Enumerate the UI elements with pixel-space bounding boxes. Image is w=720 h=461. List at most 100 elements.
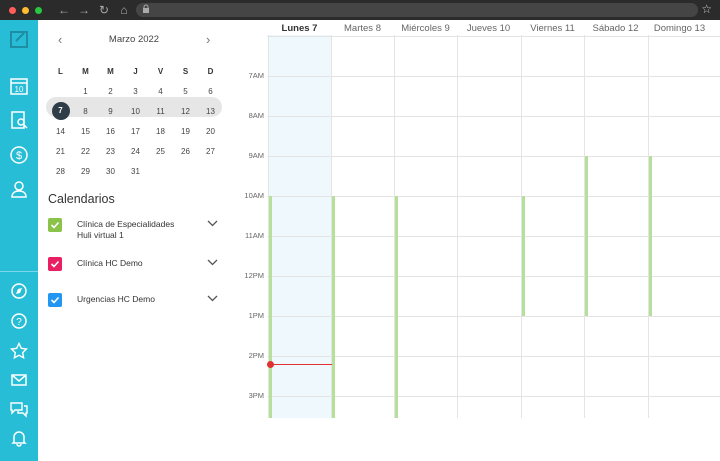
address-bar[interactable] bbox=[136, 3, 698, 17]
billing-icon[interactable]: $ bbox=[8, 144, 30, 166]
help-icon[interactable]: ? bbox=[8, 310, 30, 332]
time-label: 10AM bbox=[244, 191, 264, 200]
hour-gridline bbox=[267, 156, 720, 157]
favorites-star-icon[interactable] bbox=[8, 340, 30, 362]
availability-bar[interactable] bbox=[649, 156, 652, 316]
calendar-day[interactable]: 19 bbox=[173, 127, 198, 136]
chevron-down-icon[interactable] bbox=[207, 220, 218, 227]
hour-gridline bbox=[267, 36, 720, 37]
calendar-day[interactable]: 30 bbox=[98, 167, 123, 176]
next-month-icon[interactable]: › bbox=[206, 32, 210, 47]
calendar-day[interactable]: 24 bbox=[123, 147, 148, 156]
svg-text:$: $ bbox=[16, 150, 22, 162]
svg-text:10: 10 bbox=[15, 85, 24, 94]
calendar-name: Clínica HC Demo bbox=[77, 258, 143, 268]
calendar-week-row: 28 29 30 31 bbox=[48, 161, 224, 181]
notifications-bell-icon[interactable] bbox=[8, 427, 30, 449]
patients-icon[interactable] bbox=[8, 178, 30, 200]
calendar-day[interactable]: 28 bbox=[48, 167, 73, 176]
close-window-icon[interactable] bbox=[9, 6, 16, 14]
chevron-down-icon[interactable] bbox=[207, 259, 218, 266]
month-title: Marzo 2022 bbox=[108, 34, 160, 45]
time-label: 3PM bbox=[248, 391, 264, 400]
weekday-header: S bbox=[182, 66, 189, 76]
calendar-day[interactable]: 31 bbox=[123, 167, 148, 176]
current-time-line bbox=[270, 364, 332, 365]
calendar-list-item[interactable]: Clínica HC Demo bbox=[48, 257, 220, 281]
today-column-highlight bbox=[268, 35, 331, 418]
calendar-checkbox[interactable] bbox=[48, 293, 62, 307]
calendar-week-row: 21 22 23 24 25 26 27 bbox=[48, 141, 224, 161]
hour-gridline bbox=[267, 116, 720, 117]
calendar-day[interactable]: 8 bbox=[73, 107, 98, 116]
calendar-day[interactable]: 5 bbox=[173, 87, 198, 96]
calendar-day[interactable]: 22 bbox=[73, 147, 98, 156]
calendar-day[interactable]: 11 bbox=[148, 107, 173, 116]
calendar-list-item[interactable]: Urgencias HC Demo bbox=[48, 293, 220, 317]
time-label: 7AM bbox=[248, 71, 264, 80]
calendar-day[interactable]: 12 bbox=[173, 107, 198, 116]
current-time-dot bbox=[267, 361, 274, 368]
day-column-divider bbox=[457, 35, 458, 418]
bookmark-star-icon[interactable]: ☆ bbox=[701, 2, 712, 16]
calendar-day[interactable]: 3 bbox=[123, 87, 148, 96]
calendar-day[interactable]: 13 bbox=[198, 107, 223, 116]
calendar-week-row: 123456 bbox=[48, 81, 224, 101]
rail-divider bbox=[0, 271, 38, 272]
calendar-day[interactable]: 9 bbox=[98, 107, 123, 116]
weekday-header: J bbox=[133, 66, 138, 76]
calendar-day[interactable]: 10 bbox=[123, 107, 148, 116]
checkmark-icon bbox=[50, 296, 60, 304]
calendar-day[interactable]: 6 bbox=[198, 87, 223, 96]
calendar-day[interactable]: 2 bbox=[98, 87, 123, 96]
calendar-day[interactable]: 15 bbox=[73, 127, 98, 136]
chevron-down-icon[interactable] bbox=[207, 295, 218, 302]
calendar-day[interactable]: 21 bbox=[48, 147, 73, 156]
calendar-day[interactable]: 16 bbox=[98, 127, 123, 136]
maximize-window-icon[interactable] bbox=[35, 6, 42, 14]
calendar-day[interactable]: 25 bbox=[148, 147, 173, 156]
availability-bar[interactable] bbox=[269, 196, 272, 418]
calendar-name: Clínica de Especialidades Huli virtual 1 bbox=[77, 219, 175, 240]
mail-icon[interactable] bbox=[8, 369, 30, 391]
chat-icon[interactable] bbox=[8, 398, 30, 420]
availability-bar[interactable] bbox=[522, 196, 525, 316]
calendar-day[interactable]: 26 bbox=[173, 147, 198, 156]
calendar-week-row: 7 8 9 10 11 12 13 bbox=[48, 101, 224, 121]
mini-calendar: L M M J V S D 1 2 3 4 5 6 7 8 9 10 11 12 13 14 15 16 17 18 19 20 21… bbox=[48, 61, 224, 181]
notes-icon[interactable] bbox=[8, 28, 30, 50]
reload-icon[interactable]: ↻ bbox=[94, 3, 114, 17]
calendar-day[interactable]: 14 bbox=[48, 127, 73, 136]
forward-icon[interactable]: → bbox=[74, 3, 94, 17]
availability-bar[interactable] bbox=[332, 196, 335, 418]
weekday-header: D bbox=[207, 66, 214, 76]
calendar-checkbox[interactable] bbox=[48, 257, 62, 271]
calendar-day[interactable]: 29 bbox=[73, 167, 98, 176]
compass-icon[interactable] bbox=[8, 280, 30, 302]
calendar-checkbox[interactable] bbox=[48, 218, 62, 232]
availability-bar[interactable] bbox=[395, 196, 398, 418]
weekday-header: V bbox=[157, 66, 164, 76]
calendar-day[interactable]: 17 bbox=[123, 127, 148, 136]
calendar-list-item[interactable]: Clínica de Especialidades Huli virtual 1 bbox=[48, 218, 220, 242]
calendar-icon[interactable]: 10 bbox=[8, 75, 30, 97]
time-label: 2PM bbox=[248, 351, 264, 360]
calendar-day[interactable]: 27 bbox=[198, 147, 223, 156]
selected-day-marker: 7 bbox=[51, 102, 70, 120]
availability-bar[interactable] bbox=[585, 156, 588, 316]
calendar-day[interactable]: 20 bbox=[198, 127, 223, 136]
week-view: Lunes 7 Martes 8 Miércoles 9 Jueves 10 Viern… bbox=[230, 20, 720, 461]
records-search-icon[interactable] bbox=[8, 109, 30, 131]
browser-toolbar: ← → ↻ ⌂ ☆ bbox=[0, 0, 720, 20]
calendar-day[interactable]: 1 bbox=[73, 87, 98, 96]
calendar-day[interactable]: 7 bbox=[48, 102, 73, 120]
calendar-day[interactable]: 23 bbox=[98, 147, 123, 156]
checkmark-icon bbox=[50, 260, 60, 268]
minimize-window-icon[interactable] bbox=[22, 6, 29, 14]
calendar-day[interactable]: 4 bbox=[148, 87, 173, 96]
calendar-day[interactable]: 18 bbox=[148, 127, 173, 136]
home-icon[interactable]: ⌂ bbox=[114, 3, 134, 17]
weekday-header-row: LMMJVSD bbox=[48, 61, 224, 81]
back-icon[interactable]: ← bbox=[54, 3, 74, 17]
hour-gridline bbox=[267, 76, 720, 77]
